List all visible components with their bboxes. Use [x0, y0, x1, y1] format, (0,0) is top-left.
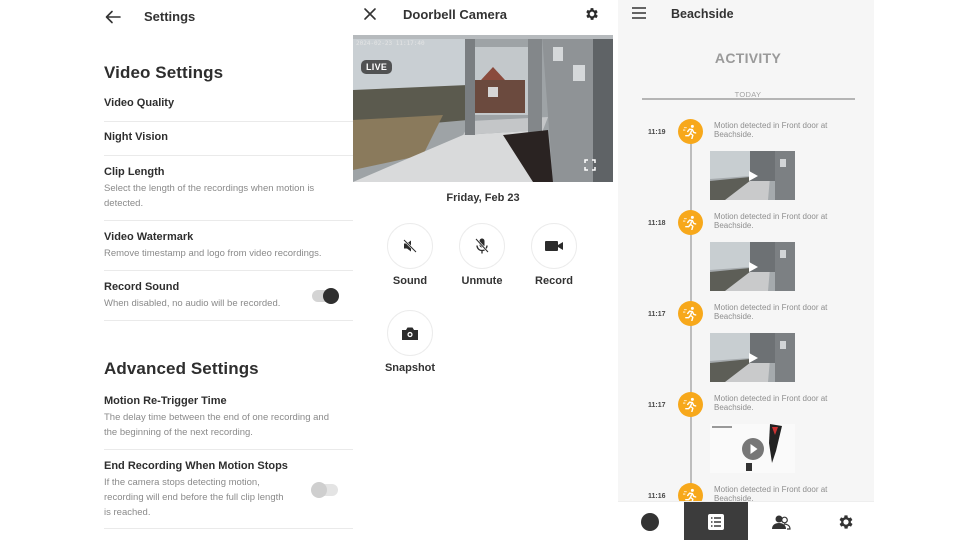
sound-button-circle: [387, 223, 433, 269]
video-timestamp: 2024-02-23 11:17:40: [356, 40, 425, 47]
circle-icon: [641, 512, 659, 531]
record-label: Record: [535, 275, 573, 287]
event-video-thumbnail[interactable]: [710, 333, 795, 382]
settings-header: Settings: [0, 0, 353, 36]
sound-button[interactable]: Sound: [380, 223, 440, 287]
nav-settings[interactable]: [814, 502, 874, 540]
setting-title: Video Quality: [104, 97, 175, 109]
live-video-feed[interactable]: 2024-02-23 11:17:40 LIVE: [353, 35, 613, 182]
setting-motion-retrigger-time[interactable]: Motion Re-Trigger Time The delay time be…: [104, 395, 353, 450]
event-time: 11:17: [648, 311, 666, 318]
settings-panel: Settings Video Settings Video Quality Ni…: [0, 0, 353, 540]
event-video-thumbnail[interactable]: [710, 424, 795, 473]
close-icon[interactable]: [363, 7, 377, 21]
record-button[interactable]: Record: [524, 223, 584, 287]
play-icon[interactable]: [747, 261, 759, 273]
event-description: Motion detected in Front door at Beachsi…: [714, 303, 828, 321]
running-person-icon: [683, 397, 697, 412]
activity-heading: ACTIVITY: [714, 50, 782, 66]
snapshot-button-circle: [387, 310, 433, 356]
day-divider: [642, 98, 855, 100]
nav-activity[interactable]: [684, 502, 748, 540]
hamburger-menu-icon[interactable]: [632, 7, 646, 19]
video-frame: [353, 35, 613, 182]
setting-description: If the camera stops detecting motion, re…: [104, 477, 284, 518]
running-person-icon: [683, 124, 697, 139]
mic-muted-icon: [475, 238, 489, 254]
gear-icon: [839, 514, 853, 529]
setting-night-vision[interactable]: Night Vision: [104, 131, 353, 156]
snapshot-label: Snapshot: [384, 362, 436, 374]
setting-video-watermark[interactable]: Video Watermark Remove timestamp and log…: [104, 231, 353, 271]
camera-header: Doorbell Camera: [353, 0, 613, 35]
activity-panel: Beachside ACTIVITY TODAY 11:19 Motion det…: [618, 0, 874, 540]
nav-live-view[interactable]: [618, 502, 682, 540]
nav-users[interactable]: [749, 502, 813, 540]
motion-event-badge: [678, 210, 703, 235]
record-sound-toggle[interactable]: [312, 288, 339, 304]
play-icon[interactable]: [747, 170, 759, 182]
video-camera-icon: [545, 241, 563, 251]
event-time: 11:17: [648, 402, 666, 409]
activity-header: Beachside: [618, 0, 874, 30]
live-badge: LIVE: [361, 60, 393, 74]
fullscreen-icon[interactable]: [584, 159, 596, 171]
event-video-thumbnail[interactable]: [710, 151, 795, 200]
unmute-button[interactable]: Unmute: [452, 223, 512, 287]
toggle-knob: [323, 288, 339, 304]
event-description: Motion detected in Front door at Beachsi…: [714, 121, 828, 139]
unmute-label: Unmute: [461, 275, 503, 287]
end-recording-toggle[interactable]: [311, 482, 338, 498]
setting-title: End Recording When Motion Stops: [104, 460, 288, 472]
camera-title: Doorbell Camera: [403, 7, 508, 22]
location-title: Beachside: [671, 7, 734, 21]
setting-title: Night Vision: [104, 131, 168, 143]
back-arrow-icon[interactable]: [104, 8, 122, 26]
toggle-knob: [311, 482, 327, 498]
motion-event-badge: [678, 301, 703, 326]
camera-panel: Doorbell Camera 2024-02-23 11:17:40 LIVE…: [353, 0, 613, 540]
advanced-settings-heading: Advanced Settings: [104, 359, 259, 378]
setting-video-quality[interactable]: Video Quality: [104, 97, 353, 122]
sound-label: Sound: [392, 275, 428, 287]
running-person-icon: [683, 215, 697, 230]
users-icon: [772, 515, 791, 530]
setting-description: The delay time between the end of one re…: [104, 412, 329, 438]
play-icon[interactable]: [747, 352, 759, 364]
event-video-thumbnail[interactable]: [710, 242, 795, 291]
event-time: 11:16: [648, 493, 666, 500]
video-settings-heading: Video Settings: [104, 63, 224, 82]
camera-date: Friday, Feb 23: [446, 192, 520, 204]
motion-event-badge: [678, 392, 703, 417]
gear-icon[interactable]: [584, 6, 600, 22]
speaker-muted-icon: [403, 239, 417, 253]
setting-description: Remove timestamp and logo from video rec…: [104, 248, 322, 259]
play-icon[interactable]: [741, 437, 765, 461]
event-description: Motion detected in Front door at Beachsi…: [714, 212, 828, 230]
list-icon: [708, 513, 724, 530]
setting-title: Video Watermark: [104, 231, 194, 243]
setting-title: Motion Re-Trigger Time: [104, 395, 227, 407]
setting-clip-length[interactable]: Clip Length Select the length of the rec…: [104, 166, 353, 221]
settings-title: Settings: [144, 9, 196, 24]
unmute-button-circle: [459, 223, 505, 269]
setting-description: Select the length of the recordings when…: [104, 183, 315, 209]
bottom-nav: [618, 501, 874, 540]
record-button-circle: [531, 223, 577, 269]
motion-event-badge: [678, 119, 703, 144]
event-description: Motion detected in Front door at Beachsi…: [714, 394, 828, 412]
event-time: 11:18: [648, 220, 666, 227]
setting-title: Clip Length: [104, 166, 165, 178]
running-person-icon: [683, 306, 697, 321]
camera-icon: [402, 327, 418, 340]
event-time: 11:19: [648, 129, 666, 136]
snapshot-button[interactable]: Snapshot: [380, 310, 440, 374]
